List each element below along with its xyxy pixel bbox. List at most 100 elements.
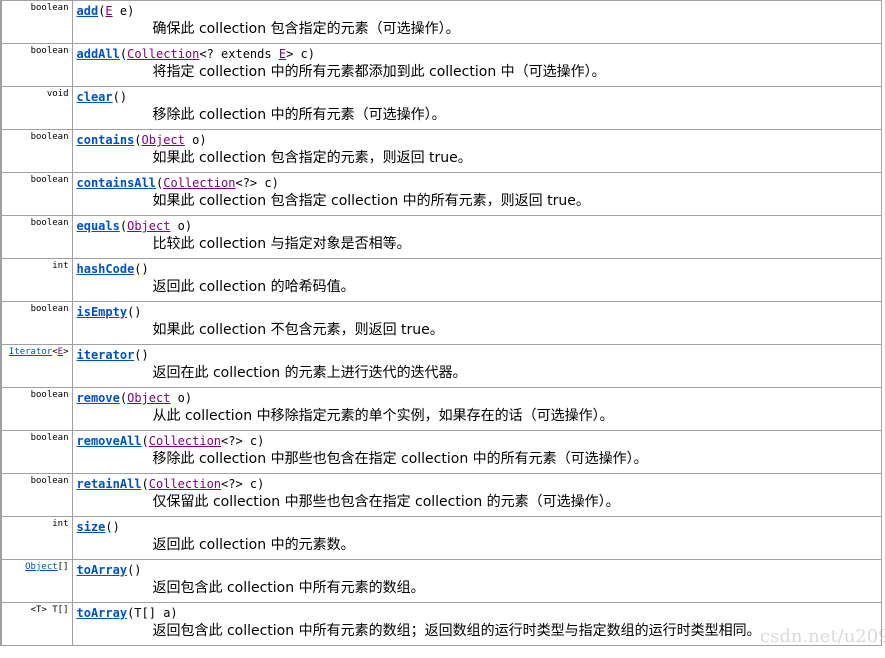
method-row: boolean removeAll(Collection<?> c) 移除此 col… xyxy=(0,430,882,474)
method-description: 移除此 collection 中那些也包含在指定 collection 中的所有… xyxy=(152,451,648,467)
method-description: 返回在此 collection 的元素上进行迭代的迭代器。 xyxy=(152,365,467,381)
method-signature: addAll(Collection<? extends E> c) xyxy=(77,45,882,63)
signature-text: <T> T[] xyxy=(30,605,69,615)
signature-text: boolean xyxy=(30,3,69,13)
signature-text: boolean xyxy=(30,476,69,486)
type-link[interactable]: Object xyxy=(142,133,185,147)
method-signature: toArray() xyxy=(77,561,882,579)
signature-text: o) xyxy=(170,219,193,233)
method-link[interactable]: removeAll xyxy=(77,434,142,448)
return-type: int xyxy=(0,516,73,560)
signature-text: e) xyxy=(112,4,135,18)
signature-text: ( xyxy=(141,434,149,448)
return-type: Object[] xyxy=(0,559,73,603)
method-description: 确保此 collection 包含指定的元素（可选操作）。 xyxy=(152,21,460,37)
type-link[interactable]: Object xyxy=(127,391,170,405)
method-link[interactable]: size xyxy=(77,520,106,534)
signature-text: ( xyxy=(119,391,128,405)
signature-text: ( xyxy=(119,219,128,233)
method-description-cell: retainAll(Collection<?> c) 仅保留此 collectio… xyxy=(71,473,882,517)
signature-text: () xyxy=(105,520,120,534)
method-link[interactable]: addAll xyxy=(77,47,120,61)
signature-text: (T[] a) xyxy=(127,606,178,620)
method-link[interactable]: contains xyxy=(77,133,135,147)
method-signature: containsAll(Collection<?> c) xyxy=(77,174,882,192)
method-link[interactable]: retainAll xyxy=(77,477,142,491)
signature-text: ( xyxy=(141,477,149,491)
signature-text: <?> c) xyxy=(221,434,265,448)
method-link[interactable]: remove xyxy=(77,391,120,405)
method-row: Iterator<E> iterator() 返回在此 collection 的元素… xyxy=(0,344,882,388)
type-link[interactable]: Collection xyxy=(163,176,235,190)
method-description-cell: remove(Object o) 从此 collection 中移除指定元素的单个… xyxy=(71,387,882,431)
method-description: 返回此 collection 的哈希码值。 xyxy=(152,279,355,295)
method-signature: equals(Object o) xyxy=(77,217,882,235)
signature-text: boolean xyxy=(30,218,69,228)
return-type: boolean xyxy=(0,172,73,216)
method-signature: hashCode() xyxy=(77,260,882,278)
method-description: 如果此 collection 包含指定 collection 中的所有元素，则返… xyxy=(152,193,590,209)
signature-text: int xyxy=(52,261,69,271)
method-signature: retainAll(Collection<?> c) xyxy=(77,475,882,493)
method-row: boolean containsAll(Collection<?> c) 如果此 c… xyxy=(0,172,882,216)
type-link[interactable]: E xyxy=(279,47,286,61)
signature-text: () xyxy=(134,262,149,276)
method-description: 从此 collection 中移除指定元素的单个实例，如果存在的话（可选操作）。 xyxy=(152,408,614,424)
method-signature: isEmpty() xyxy=(77,303,882,321)
method-description: 移除此 collection 中的所有元素（可选操作）。 xyxy=(152,107,446,123)
type-link[interactable]: Collection xyxy=(149,434,221,448)
signature-text: int xyxy=(52,519,69,529)
method-signature: remove(Object o) xyxy=(77,389,882,407)
method-description-cell: removeAll(Collection<?> c) 移除此 collection… xyxy=(71,430,882,474)
return-type: boolean xyxy=(0,0,73,44)
signature-text: () xyxy=(127,305,142,319)
method-description: 如果此 collection 不包含元素，则返回 true。 xyxy=(152,322,444,338)
method-description-cell: toArray() 返回包含此 collection 中所有元素的数组。 xyxy=(71,559,882,603)
signature-text: ( xyxy=(119,47,128,61)
return-type: boolean xyxy=(0,387,73,431)
type-link[interactable]: Iterator xyxy=(9,347,52,357)
type-link[interactable]: Collection xyxy=(149,477,221,491)
return-type: boolean xyxy=(0,215,73,259)
method-row: boolean addAll(Collection<? extends E> c)… xyxy=(0,43,882,87)
return-type: void xyxy=(0,86,73,130)
method-link[interactable]: clear xyxy=(77,90,113,104)
signature-text: () xyxy=(127,563,142,577)
method-summary-table: boolean add ( E e) 确保此 collection 包含指定的元素（可选… xyxy=(0,0,882,646)
method-description-cell: equals(Object o) 比较此 collection 与指定对象是否相等… xyxy=(71,215,882,259)
method-signature: iterator() xyxy=(77,346,882,364)
return-type: boolean xyxy=(0,129,73,173)
method-link[interactable]: toArray xyxy=(77,563,128,577)
method-link[interactable]: add xyxy=(77,4,99,18)
method-link[interactable]: isEmpty xyxy=(77,305,128,319)
signature-text: > c) xyxy=(286,47,315,61)
type-link[interactable]: Collection xyxy=(127,47,199,61)
method-link[interactable]: hashCode xyxy=(77,262,135,276)
return-type: boolean xyxy=(0,43,73,87)
method-link[interactable]: equals xyxy=(77,219,120,233)
method-description-cell: iterator() 返回在此 collection 的元素上进行迭代的迭代器。 xyxy=(71,344,882,388)
method-row: boolean contains(Object o) 如果此 collection … xyxy=(0,129,882,173)
method-row: int hashCode() 返回此 collection 的哈希码值。 xyxy=(0,258,882,302)
return-type: boolean xyxy=(0,430,73,474)
method-signature: removeAll(Collection<?> c) xyxy=(77,432,882,450)
signature-text: o) xyxy=(184,133,207,147)
signature-text: () xyxy=(112,90,128,104)
method-row: boolean retainAll(Collection<?> c) 仅保留此 co… xyxy=(0,473,882,517)
return-type: Iterator<E> xyxy=(0,344,73,388)
signature-text: boolean xyxy=(30,304,69,314)
method-link[interactable]: containsAll xyxy=(77,176,156,190)
method-row: Object[] toArray() 返回包含此 collection 中所有元素的… xyxy=(0,559,882,603)
signature-text: ( xyxy=(134,133,142,147)
signature-text: o) xyxy=(170,391,193,405)
type-link[interactable]: Object xyxy=(127,219,170,233)
method-link[interactable]: toArray xyxy=(77,606,128,620)
method-signature: clear() xyxy=(77,88,882,106)
type-link[interactable]: E xyxy=(105,4,112,18)
method-description: 返回此 collection 中的元素数。 xyxy=(152,537,355,553)
signature-text: [] xyxy=(57,562,69,572)
method-row: boolean add(E e) 确保此 collection 包含指定的元素（可选… xyxy=(0,0,882,44)
method-description-cell: containsAll(Collection<?> c) 如果此 collecti… xyxy=(71,172,882,216)
type-link[interactable]: Object xyxy=(25,562,58,572)
method-link[interactable]: iterator xyxy=(77,348,135,362)
